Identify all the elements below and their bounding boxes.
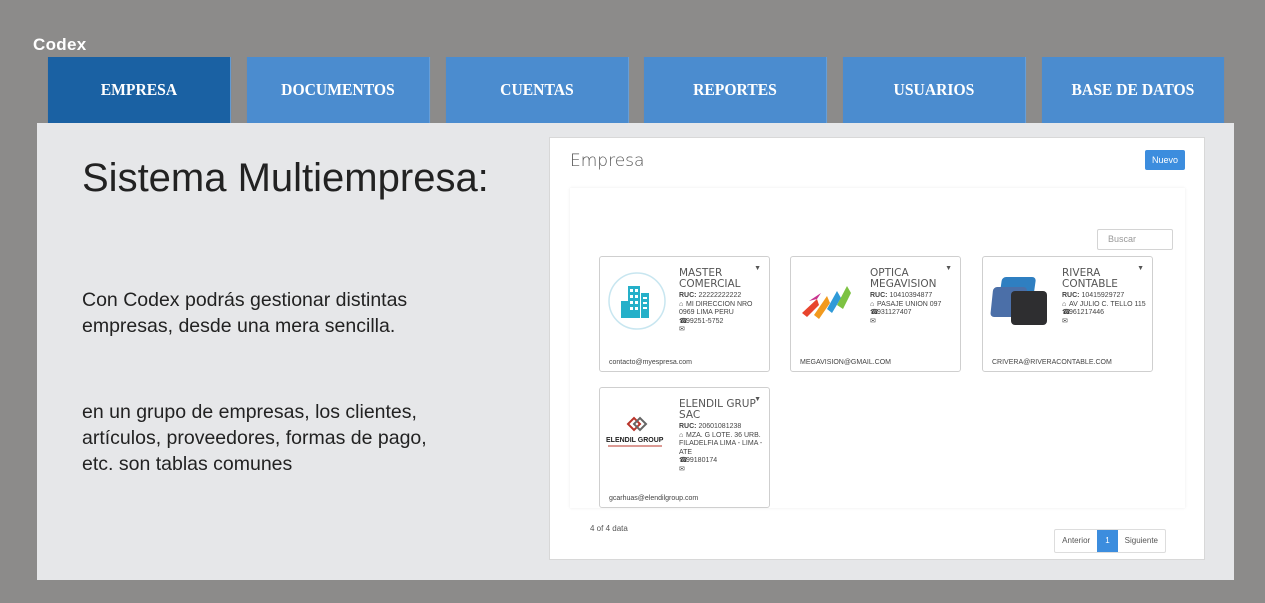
empresa-panel: Empresa Nuevo Buscar ▼ MASTER COMERCIAL … (549, 137, 1205, 560)
phone-icon: ☎ (679, 317, 688, 325)
company-ruc: 20601081238 (698, 423, 742, 430)
app-title: Codex (33, 35, 87, 54)
company-ruc: 22222222222 (698, 292, 742, 299)
envelope-icon: ✉ (870, 317, 876, 325)
company-card[interactable]: ▼ MASTER COMERCIAL RUC: 22222222222 ⌂ MI … (599, 256, 770, 372)
panel-title: Empresa (570, 151, 645, 171)
pagination: Anterior 1 Siguiente (1054, 529, 1166, 553)
company-name: MASTER COMERCIAL (679, 267, 741, 290)
pagination-next-button[interactable]: Siguiente (1118, 530, 1165, 552)
pagination-page-1[interactable]: 1 (1097, 530, 1118, 552)
company-email: CRIVERA@RIVERACONTABLE.COM (992, 359, 1112, 366)
home-icon: ⌂ (679, 300, 684, 308)
company-phone: 99251-5752 (686, 317, 724, 325)
envelope-icon: ✉ (679, 326, 685, 333)
company-grid: Buscar ▼ MASTER COMERCIAL RUC: 222222222… (570, 188, 1185, 508)
building-icon (606, 271, 668, 331)
phone-icon: ☎ (1062, 309, 1071, 316)
ruc-label: RUC: (1062, 292, 1080, 299)
search-input[interactable]: Buscar (1097, 229, 1173, 250)
arrows-logo-icon (797, 271, 859, 331)
company-card[interactable]: ▼ RIVERA CONTABLE RUC: 10415929727 ⌂ AV J… (982, 256, 1153, 372)
squares-logo-icon (989, 271, 1051, 331)
company-details: MASTER COMERCIAL RUC: 22222222222 ⌂ MI DI… (679, 268, 765, 335)
company-ruc: 10410394877 (889, 292, 933, 299)
phone-icon: ☎ (870, 309, 879, 316)
main-nav: EMPRESA DOCUMENTOS CUENTAS REPORTES USUA… (40, 57, 1232, 123)
elendil-logo-icon: ELENDIL GROUP (606, 402, 668, 462)
home-icon: ⌂ (870, 300, 875, 308)
page-title: Sistema Multiempresa: (82, 156, 489, 200)
company-email: gcarhuas@elendilgroup.com (609, 495, 699, 502)
company-phone: 961217446 (1069, 309, 1105, 316)
company-card[interactable]: ▼ OPTICA MEGAVISION RUC: 10410394877 ⌂ PA… (790, 256, 961, 372)
ruc-label: RUC: (679, 292, 697, 299)
tab-documentos[interactable]: DOCUMENTOS (246, 57, 430, 123)
company-details: OPTICA MEGAVISION RUC: 10410394877 ⌂ PASA… (870, 268, 956, 326)
company-details: RIVERA CONTABLE RUC: 10415929727 ⌂ AV JUL… (1062, 268, 1148, 326)
tab-reportes[interactable]: REPORTES (644, 57, 828, 123)
ruc-label: RUC: (679, 423, 697, 430)
new-company-button[interactable]: Nuevo (1144, 150, 1185, 170)
elendil-logo-text: ELENDIL GROUP (606, 437, 664, 444)
tab-cuentas[interactable]: CUENTAS (445, 57, 629, 123)
company-ruc: 10415929727 (1081, 292, 1125, 299)
company-address: MI DIRECCION NRO 0969 LIMA PERU (679, 300, 753, 317)
company-phone: 931127407 (877, 309, 912, 316)
company-address: AV JULIO C. TELLO 115 (1069, 300, 1146, 308)
phone-icon: ☎ (679, 457, 688, 464)
company-details: ELENDIL GRUP SAC RUC: 20601081238 ⌂ MZA. … (679, 399, 765, 474)
company-address: PASAJE UNION 097 (877, 300, 942, 308)
company-email: contacto@myespresa.com (609, 359, 692, 366)
home-icon: ⌂ (679, 431, 684, 439)
tab-usuarios[interactable]: USUARIOS (843, 57, 1027, 123)
pagination-info: 4 of 4 data (590, 524, 628, 533)
tab-empresa[interactable]: EMPRESA (47, 57, 231, 123)
home-icon: ⌂ (1062, 300, 1067, 308)
company-name: ELENDIL GRUP SAC (679, 398, 756, 421)
envelope-icon: ✉ (1062, 317, 1068, 325)
company-name: OPTICA MEGAVISION (870, 267, 937, 290)
company-name: RIVERA CONTABLE (1062, 267, 1118, 290)
company-email: MEGAVISION@GMAIL.COM (800, 359, 891, 366)
company-address: MZA. G LOTE. 36 URB. FILADELFIA LIMA - L… (679, 431, 763, 456)
description-paragraph-1: Con Codex podrás gestionar distintas emp… (82, 289, 408, 337)
description-paragraph-2: en un grupo de empresas, los clientes, a… (82, 401, 427, 475)
envelope-icon: ✉ (679, 465, 685, 473)
tab-base-de-datos[interactable]: BASE DE DATOS (1042, 57, 1225, 123)
company-phone: 99180174 (686, 457, 718, 464)
pagination-prev-button[interactable]: Anterior (1055, 530, 1097, 552)
ruc-label: RUC: (870, 292, 888, 299)
company-card[interactable]: ELENDIL GROUP ▼ ELENDIL GRUP SAC RUC: 20… (599, 387, 770, 508)
